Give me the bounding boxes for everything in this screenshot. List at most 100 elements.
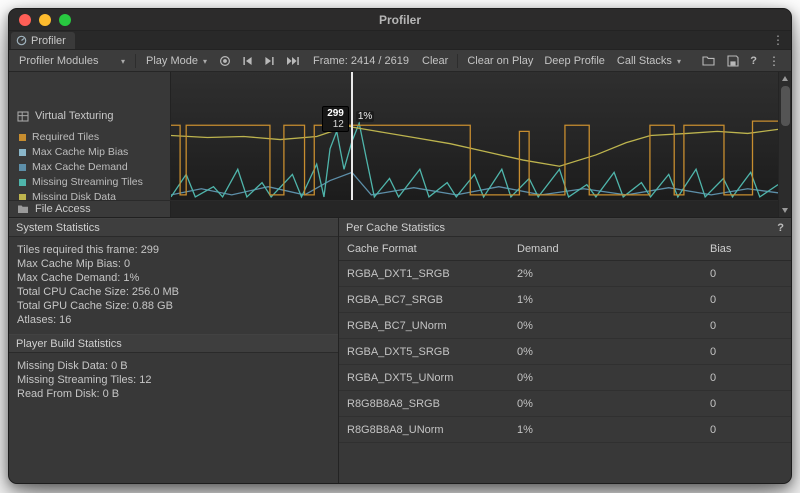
cell-demand: 0% <box>517 372 710 384</box>
module-header-virtual-texturing[interactable]: Virtual Texturing <box>9 108 170 124</box>
profiler-modules-dropdown[interactable]: Profiler Modules ▾ <box>13 50 131 71</box>
toolbar-separator <box>135 54 136 68</box>
scroll-down-icon[interactable] <box>782 208 788 213</box>
table-row[interactable]: RGBA_BC7_UNorm 0% 0 <box>339 313 791 339</box>
table-row[interactable]: RGBA_DXT5_SRGB 0% 0 <box>339 339 791 365</box>
current-frame-button[interactable] <box>281 50 305 71</box>
legend-label: Missing Streaming Tiles <box>32 176 143 188</box>
chevron-down-icon: ▾ <box>121 57 125 66</box>
save-icon <box>727 55 739 67</box>
record-icon <box>219 55 231 67</box>
module-header-file-access[interactable]: File Access <box>9 201 171 217</box>
chevron-down-icon: ▾ <box>677 57 681 66</box>
tooltip-value-top: 299 <box>327 108 344 119</box>
chart-main: Virtual Texturing Required Tiles Max Cac… <box>9 72 778 217</box>
clear-on-play-toggle[interactable]: Clear on Play <box>462 50 538 71</box>
call-stacks-label: Call Stacks <box>617 55 672 67</box>
cell-bias: 0 <box>710 320 783 332</box>
clear-button[interactable]: Clear <box>417 50 453 71</box>
legend-swatch <box>19 164 26 171</box>
help-button[interactable]: ? <box>750 55 757 67</box>
clear-on-play-label: Clear on Play <box>467 55 533 67</box>
minimize-button[interactable] <box>39 14 51 26</box>
legend-swatch <box>19 149 26 156</box>
scroll-up-icon[interactable] <box>782 76 788 81</box>
per-cache-table: Cache Format Demand Bias RGBA_DXT1_SRGB … <box>339 237 791 483</box>
cell-demand: 0% <box>517 320 710 332</box>
tab-bar: Profiler ⋮ <box>9 31 791 50</box>
table-row[interactable]: RGBA_BC7_SRGB 1% 0 <box>339 287 791 313</box>
profiler-tab-icon <box>16 35 27 46</box>
scrollbar-thumb[interactable] <box>781 86 790 126</box>
tab-menu-icon[interactable]: ⋮ <box>772 33 784 47</box>
tooltip-value-bottom: 12 <box>327 119 344 130</box>
legend-item-max-cache-mip-bias[interactable]: Max Cache Mip Bias <box>19 146 170 158</box>
previous-frame-button[interactable] <box>237 50 258 71</box>
call-stacks-dropdown[interactable]: Call Stacks ▾ <box>611 50 687 71</box>
virtual-texturing-module-row: Virtual Texturing Required Tiles Max Cac… <box>9 72 778 200</box>
stat-line: Read From Disk: 0 B <box>17 387 330 401</box>
stat-line: Atlases: 16 <box>17 313 330 327</box>
legend-label: Required Tiles <box>32 131 99 143</box>
per-cache-statistics-header: Per Cache Statistics ? <box>339 218 791 237</box>
file-access-module-row: File Access <box>9 200 778 217</box>
stat-line: Max Cache Demand: 1% <box>17 271 330 285</box>
system-statistics-body: Tiles required this frame: 299 Max Cache… <box>9 237 338 334</box>
player-build-statistics-header: Player Build Statistics <box>9 334 338 353</box>
player-build-statistics-body: Missing Disk Data: 0 B Missing Streaming… <box>9 353 338 407</box>
chart-section: Virtual Texturing Required Tiles Max Cac… <box>9 72 791 217</box>
current-frame-icon <box>286 56 300 66</box>
modules-column: Virtual Texturing Required Tiles Max Cac… <box>9 72 171 200</box>
profiler-modules-label: Profiler Modules <box>19 55 98 67</box>
legend-item-required-tiles[interactable]: Required Tiles <box>19 131 170 143</box>
virtual-texturing-icon <box>17 111 29 122</box>
file-access-chart[interactable] <box>171 201 778 217</box>
titlebar: Profiler <box>9 9 791 31</box>
record-button[interactable] <box>214 50 236 71</box>
module-label: Virtual Texturing <box>35 110 113 122</box>
stat-line: Total CPU Cache Size: 256.0 MB <box>17 285 330 299</box>
next-frame-button[interactable] <box>259 50 280 71</box>
cell-cache-format: RGBA_DXT5_UNorm <box>347 372 517 384</box>
tab-profiler[interactable]: Profiler <box>11 32 75 49</box>
column-header-cache-format: Cache Format <box>347 243 517 255</box>
stat-line: Missing Streaming Tiles: 12 <box>17 373 330 387</box>
cell-bias: 0 <box>710 372 783 384</box>
frame-counter: Frame: 2414 / 2619 <box>306 55 416 67</box>
toolbar-menu-icon[interactable]: ⋮ <box>768 54 780 68</box>
close-button[interactable] <box>19 14 31 26</box>
legend-swatch <box>19 179 26 186</box>
pane-title: Player Build Statistics <box>16 338 122 350</box>
table-row[interactable]: R8G8B8A8_SRGB 0% 0 <box>339 391 791 417</box>
cell-demand: 0% <box>517 346 710 358</box>
play-mode-dropdown[interactable]: Play Mode ▾ <box>140 50 213 71</box>
system-statistics-header: System Statistics <box>9 218 338 237</box>
deep-profile-label: Deep Profile <box>544 55 605 67</box>
cell-demand: 0% <box>517 398 710 410</box>
tab-label: Profiler <box>31 35 66 47</box>
table-row[interactable]: RGBA_DXT5_UNorm 0% 0 <box>339 365 791 391</box>
folder-icon <box>17 204 29 214</box>
table-row[interactable]: R8G8B8A8_UNorm 1% 0 <box>339 417 791 443</box>
table-header-row: Cache Format Demand Bias <box>339 237 791 261</box>
save-profile-button[interactable] <box>727 55 739 67</box>
profiler-window: Profiler Profiler ⋮ Profiler Modules ▾ P… <box>8 8 792 484</box>
tooltip-percent: 1% <box>356 111 374 122</box>
virtual-texturing-chart[interactable]: 299 12 1% <box>171 72 778 200</box>
cell-bias: 0 <box>710 294 783 306</box>
chevron-down-icon: ▾ <box>203 57 207 66</box>
module-label: File Access <box>35 203 91 215</box>
legend-item-max-cache-demand[interactable]: Max Cache Demand <box>19 161 170 173</box>
column-header-bias: Bias <box>710 243 783 255</box>
legend-swatch <box>19 134 26 141</box>
deep-profile-toggle[interactable]: Deep Profile <box>539 50 610 71</box>
help-icon[interactable]: ? <box>777 222 784 234</box>
cell-bias: 0 <box>710 268 783 280</box>
table-row[interactable]: RGBA_DXT1_SRGB 2% 0 <box>339 261 791 287</box>
play-mode-label: Play Mode <box>146 55 198 67</box>
clear-label: Clear <box>422 55 448 67</box>
legend-item-missing-streaming-tiles[interactable]: Missing Streaming Tiles <box>19 176 170 188</box>
load-profile-button[interactable] <box>702 55 716 66</box>
maximize-button[interactable] <box>59 14 71 26</box>
chart-scrollbar[interactable] <box>778 72 791 217</box>
